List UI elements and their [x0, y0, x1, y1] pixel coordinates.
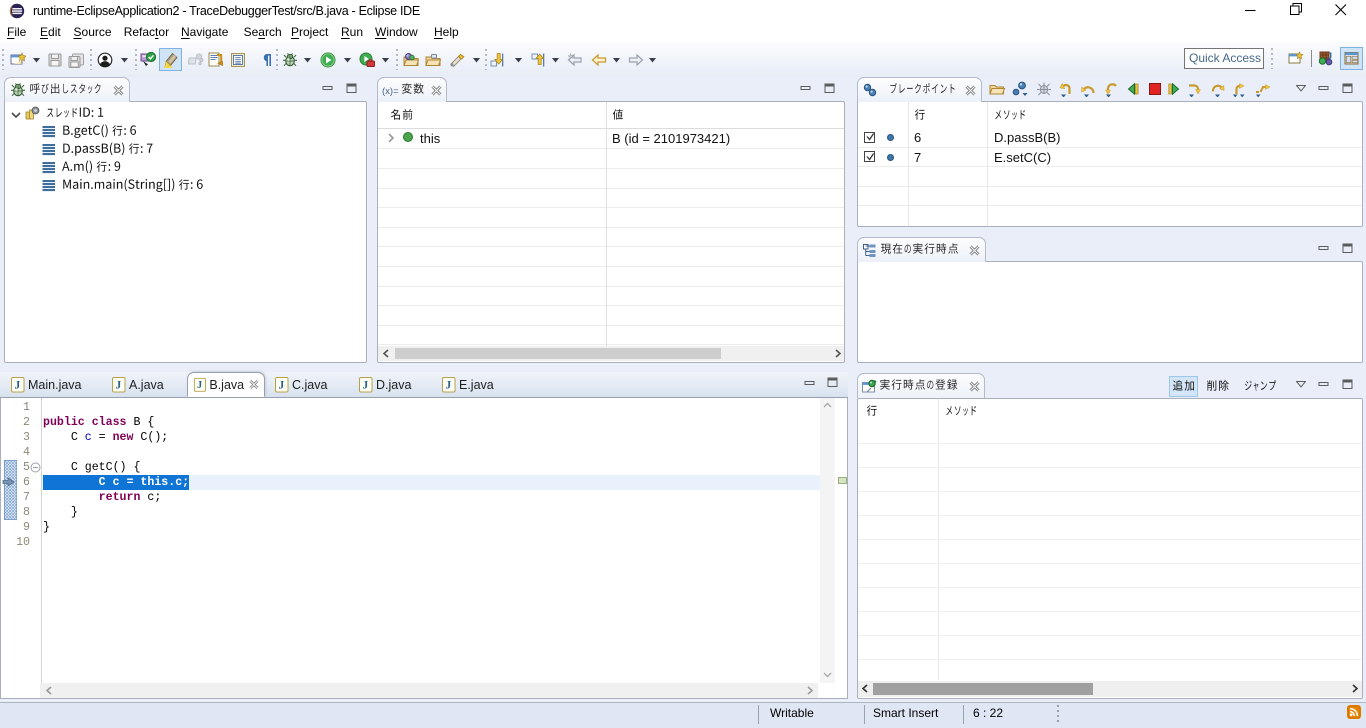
svg-text:J: J [1327, 51, 1332, 61]
svg-text:J: J [446, 379, 452, 391]
svg-text:J: J [363, 379, 369, 391]
svg-text:J: J [197, 380, 202, 391]
svg-text:J: J [116, 379, 122, 391]
svg-text:J: J [15, 379, 21, 391]
svg-text:(x)=: (x)= [382, 86, 399, 97]
svg-text:J: J [279, 379, 285, 391]
